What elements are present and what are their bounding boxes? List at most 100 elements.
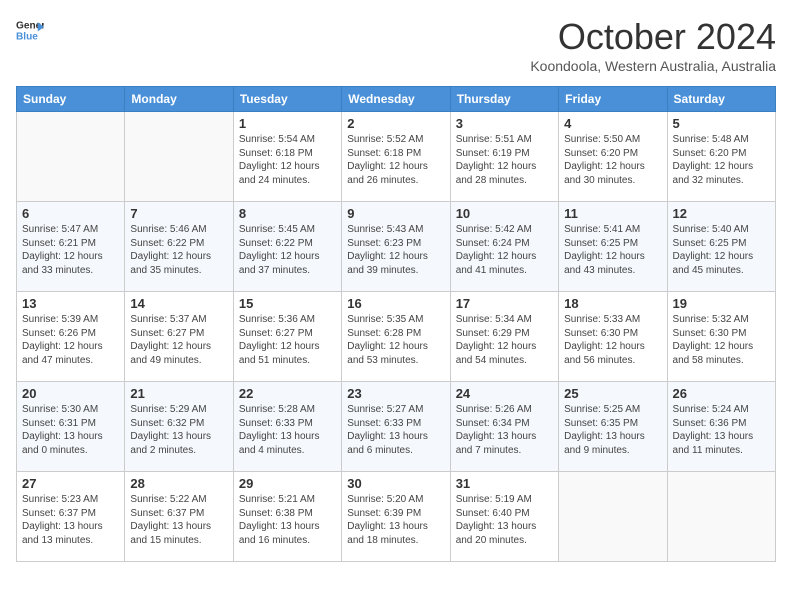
calendar-cell: 31Sunrise: 5:19 AM Sunset: 6:40 PM Dayli… <box>450 472 558 562</box>
day-info: Sunrise: 5:37 AM Sunset: 6:27 PM Dayligh… <box>130 313 227 367</box>
weekday-header: Monday <box>125 87 233 112</box>
day-info: Sunrise: 5:54 AM Sunset: 6:18 PM Dayligh… <box>239 133 336 187</box>
day-info: Sunrise: 5:30 AM Sunset: 6:31 PM Dayligh… <box>22 403 119 457</box>
calendar-cell: 30 Sunrise: 5:20 AM Sunset: 6:39 PM Dayli… <box>342 472 450 562</box>
day-info: Sunrise: 5:42 AM Sunset: 6:24 PM Dayligh… <box>456 223 553 277</box>
day-info: Sunrise: 5:48 AM Sunset: 6:20 PM Dayligh… <box>673 133 770 187</box>
calendar-cell: 11 Sunrise: 5:41 AM Sunset: 6:25 PM Dayli… <box>559 202 667 292</box>
calendar-cell: 10 Sunrise: 5:42 AM Sunset: 6:24 PM Dayli… <box>450 202 558 292</box>
day-info: Sunrise: 5:39 AM Sunset: 6:26 PM Dayligh… <box>22 313 119 367</box>
calendar-cell: 25 Sunrise: 5:25 AM Sunset: 6:35 PM Dayli… <box>559 382 667 472</box>
day-info: Sunrise: 5:29 AM Sunset: 6:32 PM Dayligh… <box>130 403 227 457</box>
calendar-table: SundayMondayTuesdayWednesdayThursdayFrid… <box>16 86 776 562</box>
calendar-cell: 16 Sunrise: 5:35 AM Sunset: 6:28 PM Dayli… <box>342 292 450 382</box>
calendar-cell: 14 Sunrise: 5:37 AM Sunset: 6:27 PM Dayli… <box>125 292 233 382</box>
weekday-header: Thursday <box>450 87 558 112</box>
month-title: October 2024 <box>530 16 776 58</box>
day-number: 15 <box>239 296 336 311</box>
day-info: Sunrise: 5:25 AM Sunset: 6:35 PM Dayligh… <box>564 403 661 457</box>
calendar-cell: 19 Sunrise: 5:32 AM Sunset: 6:30 PM Dayli… <box>667 292 775 382</box>
weekday-header-row: SundayMondayTuesdayWednesdayThursdayFrid… <box>17 87 776 112</box>
calendar-week-row: 6 Sunrise: 5:47 AM Sunset: 6:21 PM Daylig… <box>17 202 776 292</box>
calendar-cell: 26Sunrise: 5:24 AM Sunset: 6:36 PM Dayli… <box>667 382 775 472</box>
calendar-cell: 6 Sunrise: 5:47 AM Sunset: 6:21 PM Daylig… <box>17 202 125 292</box>
day-number: 12 <box>673 206 770 221</box>
calendar-cell: 17 Sunrise: 5:34 AM Sunset: 6:29 PM Dayli… <box>450 292 558 382</box>
calendar-cell: 23 Sunrise: 5:27 AM Sunset: 6:33 PM Dayli… <box>342 382 450 472</box>
day-number: 7 <box>130 206 227 221</box>
day-number: 25 <box>564 386 661 401</box>
day-number: 10 <box>456 206 553 221</box>
day-info: Sunrise: 5:28 AM Sunset: 6:33 PM Dayligh… <box>239 403 336 457</box>
day-number: 19 <box>673 296 770 311</box>
calendar-cell <box>667 472 775 562</box>
day-number: 21 <box>130 386 227 401</box>
calendar-cell <box>125 112 233 202</box>
weekday-header: Wednesday <box>342 87 450 112</box>
calendar-cell: 24 Sunrise: 5:26 AM Sunset: 6:34 PM Dayli… <box>450 382 558 472</box>
day-number: 2 <box>347 116 444 131</box>
day-number: 30 <box>347 476 444 491</box>
calendar-week-row: 13 Sunrise: 5:39 AM Sunset: 6:26 PM Dayli… <box>17 292 776 382</box>
day-info: Sunrise: 5:20 AM Sunset: 6:39 PM Dayligh… <box>347 493 444 547</box>
location-subtitle: Koondoola, Western Australia, Australia <box>530 58 776 74</box>
day-number: 17 <box>456 296 553 311</box>
calendar-cell: 15 Sunrise: 5:36 AM Sunset: 6:27 PM Dayli… <box>233 292 341 382</box>
logo-icon: General Blue <box>16 16 44 44</box>
calendar-cell <box>17 112 125 202</box>
day-number: 8 <box>239 206 336 221</box>
day-info: Sunrise: 5:27 AM Sunset: 6:33 PM Dayligh… <box>347 403 444 457</box>
day-number: 6 <box>22 206 119 221</box>
day-number: 11 <box>564 206 661 221</box>
day-number: 3 <box>456 116 553 131</box>
day-number: 1 <box>239 116 336 131</box>
day-number: 5 <box>673 116 770 131</box>
calendar-cell: 8Sunrise: 5:45 AM Sunset: 6:22 PM Daylig… <box>233 202 341 292</box>
weekday-header: Sunday <box>17 87 125 112</box>
calendar-cell <box>559 472 667 562</box>
day-number: 13 <box>22 296 119 311</box>
day-info: Sunrise: 5:32 AM Sunset: 6:30 PM Dayligh… <box>673 313 770 367</box>
day-number: 23 <box>347 386 444 401</box>
day-number: 9 <box>347 206 444 221</box>
day-info: Sunrise: 5:22 AM Sunset: 6:37 PM Dayligh… <box>130 493 227 547</box>
calendar-cell: 20 Sunrise: 5:30 AM Sunset: 6:31 PM Dayli… <box>17 382 125 472</box>
day-info: Sunrise: 5:35 AM Sunset: 6:28 PM Dayligh… <box>347 313 444 367</box>
day-info: Sunrise: 5:26 AM Sunset: 6:34 PM Dayligh… <box>456 403 553 457</box>
day-number: 20 <box>22 386 119 401</box>
day-info: Sunrise: 5:50 AM Sunset: 6:20 PM Dayligh… <box>564 133 661 187</box>
calendar-cell: 28Sunrise: 5:22 AM Sunset: 6:37 PM Dayli… <box>125 472 233 562</box>
svg-text:Blue: Blue <box>16 31 38 42</box>
page-header: General Blue October 2024 Koondoola, Wes… <box>16 16 776 74</box>
title-section: October 2024 Koondoola, Western Australi… <box>530 16 776 74</box>
day-info: Sunrise: 5:47 AM Sunset: 6:21 PM Dayligh… <box>22 223 119 277</box>
weekday-header: Friday <box>559 87 667 112</box>
calendar-cell: 4 Sunrise: 5:50 AM Sunset: 6:20 PM Daylig… <box>559 112 667 202</box>
day-info: Sunrise: 5:36 AM Sunset: 6:27 PM Dayligh… <box>239 313 336 367</box>
day-number: 4 <box>564 116 661 131</box>
day-number: 24 <box>456 386 553 401</box>
day-info: Sunrise: 5:51 AM Sunset: 6:19 PM Dayligh… <box>456 133 553 187</box>
calendar-week-row: 27Sunrise: 5:23 AM Sunset: 6:37 PM Dayli… <box>17 472 776 562</box>
day-number: 31 <box>456 476 553 491</box>
day-number: 22 <box>239 386 336 401</box>
day-info: Sunrise: 5:33 AM Sunset: 6:30 PM Dayligh… <box>564 313 661 367</box>
calendar-cell: 5 Sunrise: 5:48 AM Sunset: 6:20 PM Daylig… <box>667 112 775 202</box>
weekday-header: Tuesday <box>233 87 341 112</box>
calendar-cell: 1 Sunrise: 5:54 AM Sunset: 6:18 PM Daylig… <box>233 112 341 202</box>
logo: General Blue <box>16 16 44 44</box>
calendar-cell: 21 Sunrise: 5:29 AM Sunset: 6:32 PM Dayli… <box>125 382 233 472</box>
day-info: Sunrise: 5:52 AM Sunset: 6:18 PM Dayligh… <box>347 133 444 187</box>
day-info: Sunrise: 5:43 AM Sunset: 6:23 PM Dayligh… <box>347 223 444 277</box>
day-info: Sunrise: 5:41 AM Sunset: 6:25 PM Dayligh… <box>564 223 661 277</box>
day-info: Sunrise: 5:24 AM Sunset: 6:36 PM Dayligh… <box>673 403 770 457</box>
day-number: 18 <box>564 296 661 311</box>
calendar-cell: 13 Sunrise: 5:39 AM Sunset: 6:26 PM Dayli… <box>17 292 125 382</box>
calendar-cell: 3 Sunrise: 5:51 AM Sunset: 6:19 PM Daylig… <box>450 112 558 202</box>
day-info: Sunrise: 5:21 AM Sunset: 6:38 PM Dayligh… <box>239 493 336 547</box>
day-number: 16 <box>347 296 444 311</box>
weekday-header: Saturday <box>667 87 775 112</box>
day-info: Sunrise: 5:40 AM Sunset: 6:25 PM Dayligh… <box>673 223 770 277</box>
day-number: 14 <box>130 296 227 311</box>
day-info: Sunrise: 5:34 AM Sunset: 6:29 PM Dayligh… <box>456 313 553 367</box>
